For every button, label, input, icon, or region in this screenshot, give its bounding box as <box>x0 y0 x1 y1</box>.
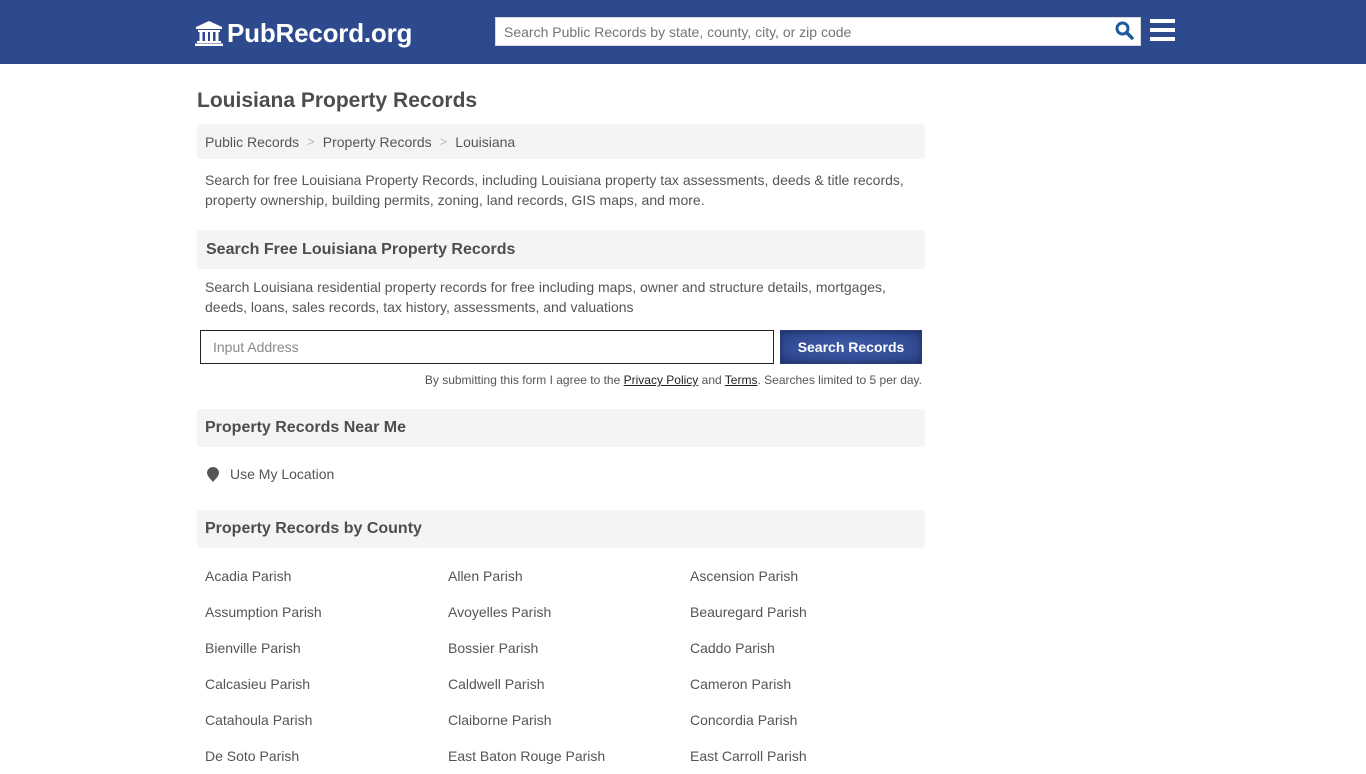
main-content: Louisiana Property Records Public Record… <box>197 64 925 774</box>
address-search-form: Search Records <box>197 330 925 364</box>
county-link[interactable]: De Soto Parish <box>205 738 448 774</box>
county-link[interactable]: Bienville Parish <box>205 630 448 666</box>
disclaimer-suffix: . Searches limited to 5 per day. <box>757 373 922 387</box>
breadcrumb: Public Records > Property Records > Loui… <box>197 124 925 159</box>
county-link[interactable]: Allen Parish <box>448 558 690 594</box>
menu-bar-line <box>1150 19 1175 23</box>
county-link[interactable]: East Baton Rouge Parish <box>448 738 690 774</box>
courthouse-icon <box>195 20 223 46</box>
public-records-search-input[interactable] <box>496 18 1108 45</box>
county-link[interactable]: Caddo Parish <box>690 630 933 666</box>
county-link[interactable]: Acadia Parish <box>205 558 448 594</box>
disclaimer-prefix: By submitting this form I agree to the <box>424 373 624 387</box>
county-link[interactable]: Cameron Parish <box>690 666 933 702</box>
breadcrumb-separator: > <box>439 134 448 149</box>
county-link[interactable]: Caldwell Parish <box>448 666 690 702</box>
county-link[interactable]: Beauregard Parish <box>690 594 933 630</box>
county-list: Acadia Parish Allen Parish Ascension Par… <box>197 558 925 774</box>
disclaimer-middle: and <box>698 373 725 387</box>
county-link[interactable]: Calcasieu Parish <box>205 666 448 702</box>
breadcrumb-louisiana[interactable]: Louisiana <box>455 134 515 150</box>
address-input[interactable] <box>200 330 774 364</box>
county-section-heading: Property Records by County <box>197 510 925 548</box>
search-icon <box>1115 21 1134 43</box>
menu-bar-line <box>1150 28 1175 32</box>
search-records-button[interactable]: Search Records <box>780 330 922 364</box>
county-link[interactable]: Claiborne Parish <box>448 702 690 738</box>
top-navigation-bar: PubRecord.org <box>0 0 1366 64</box>
privacy-policy-link[interactable]: Privacy Policy <box>624 373 699 387</box>
search-button[interactable] <box>1108 18 1140 45</box>
menu-bar-line <box>1150 37 1175 41</box>
county-link[interactable]: East Carroll Parish <box>690 738 933 774</box>
county-link[interactable]: Bossier Parish <box>448 630 690 666</box>
search-section-heading: Search Free Louisiana Property Records <box>197 230 925 269</box>
page-title: Louisiana Property Records <box>197 89 478 112</box>
near-me-heading: Property Records Near Me <box>197 409 925 447</box>
site-logo-link[interactable]: PubRecord.org <box>195 17 412 49</box>
top-search-bar <box>495 17 1141 46</box>
terms-link[interactable]: Terms <box>725 373 758 387</box>
breadcrumb-separator: > <box>307 134 315 149</box>
hamburger-menu-icon[interactable] <box>1150 19 1175 43</box>
map-pin-icon <box>207 466 219 482</box>
county-link[interactable]: Catahoula Parish <box>205 702 448 738</box>
county-link[interactable]: Concordia Parish <box>690 702 933 738</box>
form-disclaimer: By submitting this form I agree to the P… <box>197 372 925 388</box>
breadcrumb-public-records[interactable]: Public Records <box>205 134 299 150</box>
county-link[interactable]: Avoyelles Parish <box>448 594 690 630</box>
county-link[interactable]: Assumption Parish <box>205 594 448 630</box>
breadcrumb-property-records[interactable]: Property Records <box>323 134 432 150</box>
use-my-location-link[interactable]: Use My Location <box>197 466 925 482</box>
county-link[interactable]: Ascension Parish <box>690 558 933 594</box>
use-my-location-label: Use My Location <box>230 466 335 482</box>
logo-text: PubRecord.org <box>227 17 413 48</box>
intro-paragraph: Search for free Louisiana Property Recor… <box>205 172 904 208</box>
search-section-description: Search Louisiana residential property re… <box>205 279 886 315</box>
